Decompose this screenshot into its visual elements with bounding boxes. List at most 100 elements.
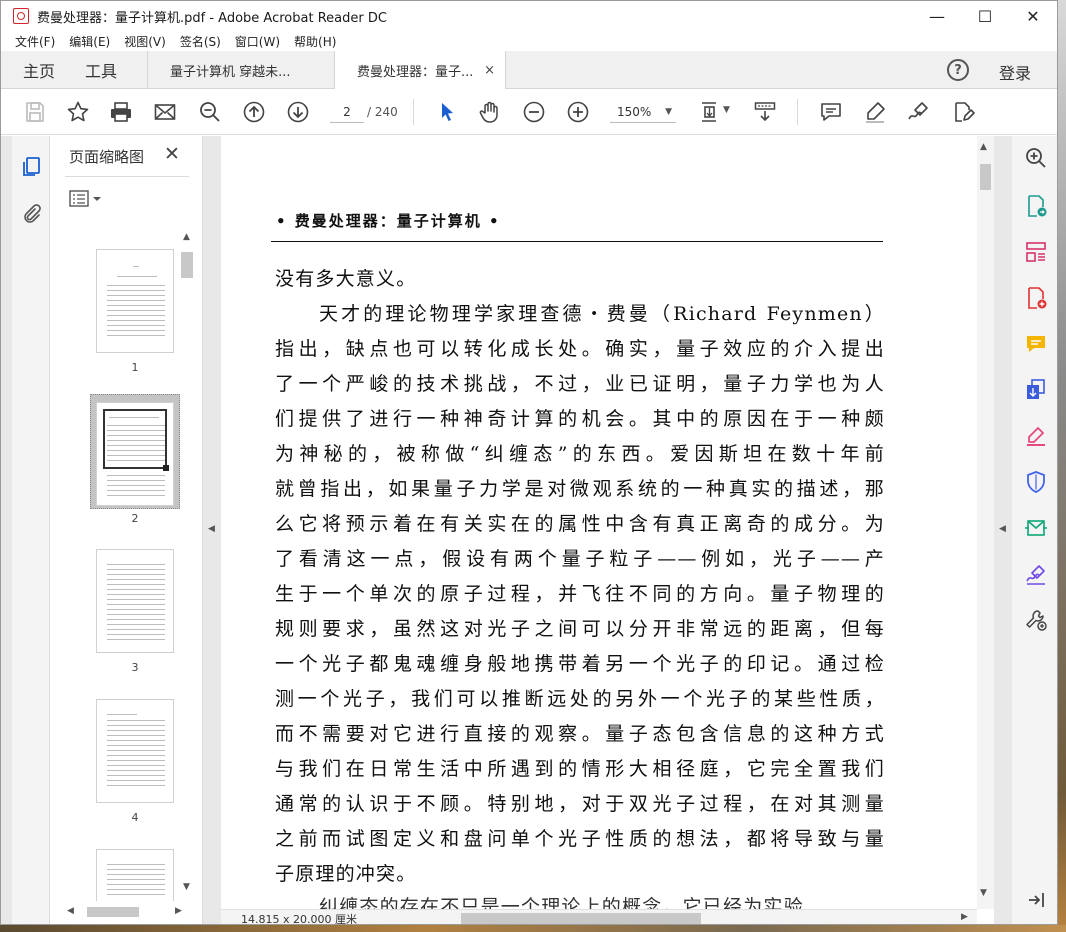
page-thumbnail-2[interactable] (96, 402, 174, 506)
tab-close-icon[interactable]: × (484, 63, 495, 78)
text-line: 规则要求，虽然这对光子之间可以分开非常远的距离，但每 (275, 618, 885, 640)
fit-page-chevron-icon[interactable]: ▼ (723, 105, 730, 115)
save-icon[interactable] (23, 100, 47, 124)
scroll-mode-icon[interactable] (753, 100, 777, 124)
hand-tool-icon[interactable] (478, 100, 502, 124)
select-cursor-icon[interactable] (435, 100, 459, 124)
minimize-button[interactable]: — (913, 1, 961, 31)
zoom-level-select[interactable]: 150% ▼ (610, 101, 676, 123)
page-thumbnails-icon[interactable] (20, 156, 42, 178)
text-line: 通常的认识于不顾。特别地，对于双光子过程，在对其测量 (275, 793, 885, 815)
page-thumbnail-4[interactable] (96, 699, 174, 803)
fill-sign-tool-icon[interactable] (1024, 424, 1048, 448)
maximize-button[interactable]: ☐ (961, 1, 1009, 31)
scroll-down-icon[interactable]: ▼ (980, 888, 987, 898)
menu-file[interactable]: 文件(F) (15, 33, 55, 50)
search-zoom-icon[interactable] (1024, 146, 1048, 170)
sign-pen-icon[interactable] (906, 100, 930, 124)
close-panel-icon[interactable]: ✕ (164, 143, 180, 165)
text-line: 子原理的冲突。 (275, 863, 417, 885)
combine-files-icon[interactable] (1024, 378, 1048, 402)
next-page-icon[interactable] (286, 100, 310, 124)
desktop-background-bottom (0, 925, 1066, 932)
page-number-input[interactable]: 2 (330, 101, 364, 123)
menu-view[interactable]: 视图(V) (124, 33, 166, 50)
scroll-left-icon[interactable]: ◀ (67, 906, 74, 916)
help-icon[interactable]: ? (947, 59, 969, 81)
right-panel-divider[interactable]: ◀ (994, 136, 1012, 924)
zoom-search-icon[interactable] (198, 100, 222, 124)
collapse-left-icon[interactable]: ◀ (208, 524, 215, 534)
thumbnail-page-number: 4 (131, 811, 139, 824)
previous-page-icon[interactable] (242, 100, 266, 124)
thumbnail-scrollbar[interactable]: ▲ ▼ (181, 232, 193, 892)
export-pdf-icon[interactable] (1024, 194, 1048, 218)
scroll-right-icon[interactable]: ▶ (961, 912, 968, 922)
thumbnail-hscrollbar[interactable]: ◀ ▶ (65, 906, 185, 918)
thumbnail-page-number: 1 (131, 361, 139, 374)
acrobat-window: 费曼处理器：量子计算机.pdf - Adobe Acrobat Reader D… (0, 0, 1058, 925)
thumbnail-scroll-thumb[interactable] (181, 252, 193, 278)
fill-sign-icon[interactable] (951, 100, 975, 124)
send-review-icon[interactable] (1024, 516, 1048, 540)
more-tools-wrench-icon[interactable] (1024, 608, 1048, 632)
page-total: / 240 (367, 105, 398, 119)
close-window-button[interactable]: ✕ (1009, 1, 1057, 31)
panel-divider (65, 176, 189, 177)
tab-tools[interactable]: 工具 (85, 51, 117, 89)
thumbnail-page-number: 2 (131, 512, 139, 525)
document-scrollbar[interactable]: ▲ ▼ (977, 136, 994, 909)
zoom-in-icon[interactable] (566, 100, 590, 124)
text-line: 测一个光子，我们可以推断远处的另外一个光子的某些性质， (275, 688, 885, 710)
request-signature-icon[interactable] (1024, 562, 1048, 586)
text-line: 之前而试图定义和盘问单个光子性质的想法，都将导致与量 (275, 828, 885, 850)
scroll-up-icon[interactable]: ▲ (980, 142, 987, 152)
fit-page-icon[interactable] (698, 100, 722, 124)
create-pdf-icon[interactable] (1024, 286, 1048, 310)
tab-document-2[interactable]: 费曼处理器：量子... × (334, 51, 506, 90)
bookmark-star-icon[interactable] (66, 100, 90, 124)
menu-edit[interactable]: 编辑(E) (69, 33, 110, 50)
text-line: 没有多大意义。 (275, 268, 417, 290)
email-icon[interactable] (153, 100, 177, 124)
attachments-paperclip-icon[interactable] (20, 202, 42, 224)
text-line: 而不需要对它进行直接的观察。量子态包含信息的这种方式 (275, 723, 885, 745)
scroll-right-icon[interactable]: ▶ (175, 906, 182, 916)
document-view[interactable]: • 费曼处理器：量子计算机 • 没有多大意义。 天才的理论物理学家理查德・费曼（… (221, 136, 994, 909)
organize-pages-icon[interactable] (1024, 240, 1048, 264)
acrobat-app-icon (13, 8, 29, 24)
thumbnail-panel-title: 页面缩略图 (69, 148, 145, 166)
menu-sign[interactable]: 签名(S) (180, 33, 221, 50)
menu-window[interactable]: 窗口(W) (235, 33, 280, 50)
page-thumbnail-1[interactable] (96, 249, 174, 353)
tab-document-1[interactable]: 量子计算机 穿越未... (147, 51, 333, 89)
collapse-pane-icon[interactable] (1024, 888, 1048, 912)
thumbnail-options-button[interactable] (69, 190, 103, 208)
menu-help[interactable]: 帮助(H) (294, 33, 336, 50)
zoom-out-icon[interactable] (522, 100, 546, 124)
expand-right-icon[interactable]: ◀ (999, 524, 1006, 534)
left-edge (1, 136, 12, 924)
navigation-rail (12, 136, 50, 924)
print-icon[interactable] (109, 100, 133, 124)
tab-home[interactable]: 主页 (23, 51, 55, 89)
document-hscroll-thumb[interactable] (461, 913, 701, 924)
window-title: 费曼处理器：量子计算机.pdf - Adobe Acrobat Reader D… (37, 10, 387, 26)
highlight-pen-icon[interactable] (863, 100, 887, 124)
comment-icon[interactable] (819, 100, 843, 124)
document-scroll-thumb[interactable] (980, 164, 991, 190)
scroll-up-icon[interactable]: ▲ (183, 232, 190, 242)
login-button[interactable]: 登录 (999, 60, 1031, 84)
comment-tool-icon[interactable] (1024, 332, 1048, 356)
partial-text-line: 纠缠态的存在不只是一个理论上的概念，它已经为实验 (319, 896, 804, 909)
left-panel-divider[interactable]: ◀ (203, 136, 221, 924)
scroll-down-icon[interactable]: ▼ (183, 882, 190, 892)
tab-document-2-label: 费曼处理器：量子... (357, 65, 474, 80)
toolbar-separator (413, 99, 414, 125)
thumbnail-hscroll-thumb[interactable] (87, 907, 139, 917)
page-thumbnail-3[interactable] (96, 549, 174, 653)
page-thumbnail-5[interactable] (96, 849, 174, 901)
menu-bar: 文件(F) 编辑(E) 视图(V) 签名(S) 窗口(W) 帮助(H) (1, 31, 1057, 51)
protect-shield-icon[interactable] (1024, 470, 1048, 494)
text-line: 了一个严峻的技术挑战，不过，业已证明，量子力学也为人 (275, 373, 885, 395)
